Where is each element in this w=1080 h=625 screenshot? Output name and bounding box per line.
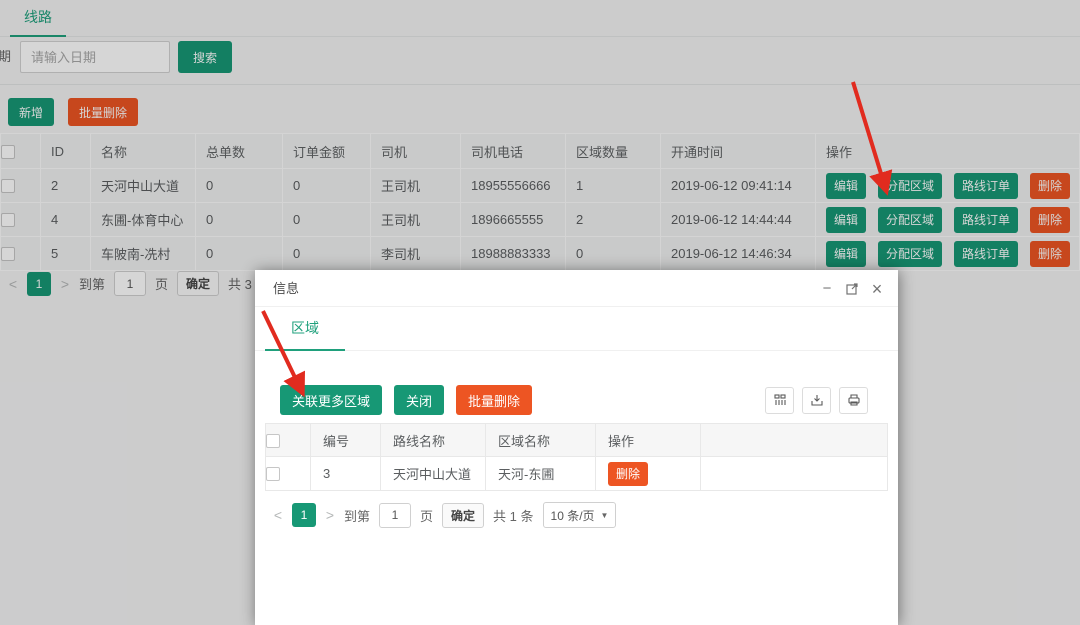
modal-page-1-button[interactable]: 1 bbox=[292, 503, 316, 527]
modal-page-number-input[interactable] bbox=[379, 503, 411, 528]
col-route-name: 路线名称 bbox=[381, 424, 486, 457]
minimize-icon[interactable]: − bbox=[820, 282, 834, 296]
tab-region[interactable]: 区域 bbox=[265, 307, 345, 351]
modal-row-checkbox[interactable] bbox=[266, 467, 280, 481]
modal-next-page-button[interactable]: > bbox=[325, 507, 335, 523]
cell-number: 3 bbox=[311, 457, 381, 491]
modal-confirm-page-button[interactable]: 确定 bbox=[442, 503, 484, 528]
modal-batch-delete-button[interactable]: 批量删除 bbox=[456, 385, 532, 415]
modal-header: 信息 − × bbox=[255, 270, 898, 307]
maximize-icon[interactable] bbox=[845, 282, 859, 296]
print-icon[interactable] bbox=[839, 387, 868, 414]
table-icon-group bbox=[765, 387, 868, 414]
modal-select-all-checkbox[interactable] bbox=[266, 434, 280, 448]
cell-region-name: 天河-东圃 bbox=[486, 457, 596, 491]
modal-toolbar: 关联更多区域 关闭 批量删除 bbox=[280, 385, 868, 415]
page-size-select[interactable]: 10 条/页 ▼ bbox=[543, 502, 617, 528]
col-region-name: 区域名称 bbox=[486, 424, 596, 457]
regions-table: 编号 路线名称 区域名称 操作 3 天河中山大道 天河-东圃 删除 bbox=[265, 423, 888, 491]
modal-goto-label: 到第 bbox=[344, 506, 370, 525]
export-icon[interactable] bbox=[802, 387, 831, 414]
close-button[interactable]: 关闭 bbox=[394, 385, 444, 415]
cell-route-name: 天河中山大道 bbox=[381, 457, 486, 491]
modal-table-row: 3 天河中山大道 天河-东圃 删除 bbox=[266, 457, 888, 491]
modal-title: 信息 bbox=[273, 270, 299, 307]
modal-prev-page-button[interactable]: < bbox=[273, 507, 283, 523]
modal-table-header-row: 编号 路线名称 区域名称 操作 bbox=[266, 424, 888, 457]
info-modal: 信息 − × 区域 关联更多区域 关闭 批量删除 bbox=[255, 270, 898, 625]
modal-pagination: < 1 > 到第 页 确定 共 1 条 10 条/页 ▼ bbox=[273, 502, 898, 528]
page-size-value: 10 条/页 bbox=[551, 507, 595, 524]
modal-page-unit-label: 页 bbox=[420, 506, 433, 525]
modal-total-count-label: 共 1 条 bbox=[493, 506, 533, 525]
window-controls: − × bbox=[820, 270, 884, 307]
columns-icon[interactable] bbox=[765, 387, 794, 414]
associate-more-regions-button[interactable]: 关联更多区域 bbox=[280, 385, 382, 415]
modal-delete-button[interactable]: 删除 bbox=[608, 462, 648, 486]
dropdown-arrow-icon: ▼ bbox=[601, 511, 609, 520]
col-modal-actions: 操作 bbox=[596, 424, 701, 457]
close-icon[interactable]: × bbox=[870, 282, 884, 296]
screen: 线路 日期 搜索 新增 批量删除 ID 名称 总单数 bbox=[0, 0, 1080, 625]
col-number: 编号 bbox=[311, 424, 381, 457]
modal-tabbar: 区域 bbox=[255, 307, 898, 351]
